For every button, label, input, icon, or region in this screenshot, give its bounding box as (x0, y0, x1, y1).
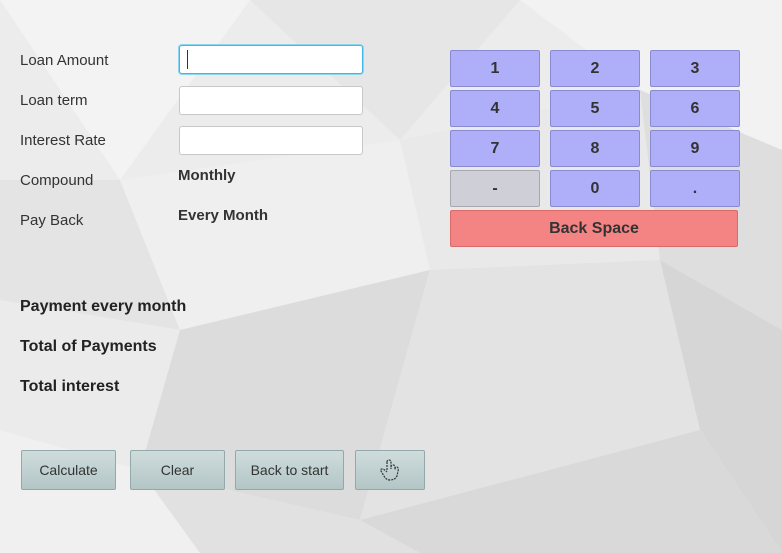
key-8-button[interactable]: 8 (550, 130, 640, 167)
calculate-button[interactable]: Calculate (21, 450, 116, 490)
hand-pointer-icon (380, 459, 399, 481)
key-2-button[interactable]: 2 (550, 50, 640, 87)
pay-back-label: Pay Back (20, 212, 84, 229)
key-3-button[interactable]: 3 (650, 50, 740, 87)
compound-label: Compound (20, 172, 94, 189)
pay-back-value: Every Month (178, 207, 269, 224)
interest-rate-label: Interest Rate (20, 132, 106, 149)
key-6-button[interactable]: 6 (650, 90, 740, 127)
key-minus-button[interactable]: - (450, 170, 540, 207)
key-4-button[interactable]: 4 (450, 90, 540, 127)
back-to-start-button[interactable]: Back to start (235, 450, 344, 490)
total-of-payments-label: Total of Payments (20, 338, 157, 355)
loan-amount-input[interactable] (179, 45, 363, 74)
loan-amount-label: Loan Amount (20, 52, 109, 69)
compound-value: Monthly (178, 167, 236, 184)
key-dot-button[interactable]: . (650, 170, 740, 207)
backspace-button[interactable]: Back Space (450, 210, 738, 247)
loan-term-input[interactable] (179, 86, 363, 115)
key-7-button[interactable]: 7 (450, 130, 540, 167)
text-caret (187, 50, 188, 69)
payment-every-month-label: Payment every month (20, 298, 187, 315)
gesture-button[interactable] (355, 450, 425, 490)
loan-term-label: Loan term (20, 92, 88, 109)
key-9-button[interactable]: 9 (650, 130, 740, 167)
key-5-button[interactable]: 5 (550, 90, 640, 127)
clear-button[interactable]: Clear (130, 450, 225, 490)
total-interest-label: Total interest (20, 378, 120, 395)
interest-rate-input[interactable] (179, 126, 363, 155)
key-0-button[interactable]: 0 (550, 170, 640, 207)
key-1-button[interactable]: 1 (450, 50, 540, 87)
